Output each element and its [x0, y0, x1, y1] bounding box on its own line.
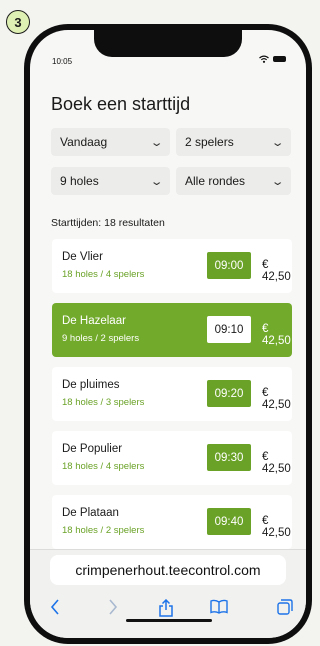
share-icon	[159, 599, 173, 617]
step-badge: 3	[6, 10, 30, 34]
tee-time-button[interactable]: 09:20	[207, 380, 251, 407]
battery-icon	[273, 56, 286, 62]
price: € 42,50	[262, 387, 291, 411]
price: € 42,50	[262, 323, 291, 347]
forward-button[interactable]	[108, 599, 118, 615]
notch	[94, 30, 242, 57]
back-button[interactable]	[50, 599, 60, 615]
course-details: 18 holes / 2 spelers	[62, 525, 145, 536]
course-details: 18 holes / 4 spelers	[62, 269, 145, 280]
course-name: De pluimes	[62, 379, 120, 391]
back-icon	[50, 599, 59, 615]
status-icons	[259, 55, 286, 63]
tee-time-card[interactable]: De Plataan 18 holes / 2 spelers 09:40 € …	[52, 495, 292, 549]
home-indicator	[126, 619, 212, 622]
rounds-select-value: Alle rondes	[185, 174, 246, 188]
tee-time-card-selected[interactable]: De Hazelaar 9 holes / 2 spelers 09:10 € …	[52, 303, 292, 357]
chevron-down-icon: ⌄	[149, 175, 164, 188]
tee-time-card[interactable]: De Populier 18 holes / 4 spelers 09:30 €…	[52, 431, 292, 485]
address-bar[interactable]: crimpenerhout.teecontrol.com	[50, 555, 286, 585]
bookmarks-button[interactable]	[210, 599, 228, 614]
chevron-down-icon: ⌄	[149, 136, 164, 149]
tabs-icon	[277, 599, 293, 615]
holes-select[interactable]: 9 holes ⌄	[51, 167, 170, 195]
tabs-button[interactable]	[277, 599, 293, 615]
course-name: De Populier	[62, 443, 123, 455]
tee-time-button[interactable]: 09:00	[207, 252, 251, 279]
tee-time-card[interactable]: De Vlier 18 holes / 4 spelers 09:00 € 42…	[52, 239, 292, 293]
url-text: crimpenerhout.teecontrol.com	[75, 562, 261, 578]
browser-toolbar: crimpenerhout.teecontrol.com	[30, 549, 306, 638]
forward-icon	[109, 599, 118, 615]
tee-time-card[interactable]: De pluimes 18 holes / 3 spelers 09:20 € …	[52, 367, 292, 421]
course-name: De Vlier	[62, 251, 103, 263]
rounds-select[interactable]: Alle rondes ⌄	[176, 167, 291, 195]
day-select[interactable]: Vandaag ⌄	[51, 128, 170, 156]
price: € 42,50	[262, 515, 291, 539]
page-title: Boek een starttijd	[51, 94, 191, 114]
price: € 42,50	[262, 451, 291, 475]
day-select-value: Vandaag	[60, 135, 108, 149]
price: € 42,50	[262, 259, 291, 283]
chevron-down-icon: ⌄	[270, 175, 285, 188]
status-time: 10:05	[52, 57, 73, 66]
tee-time-button[interactable]: 09:30	[207, 444, 251, 471]
course-details: 18 holes / 4 spelers	[62, 461, 145, 472]
chevron-down-icon: ⌄	[270, 136, 285, 149]
players-select[interactable]: 2 spelers ⌄	[176, 128, 291, 156]
wifi-icon	[259, 55, 269, 63]
phone-frame: 10:05 Boek een starttijd Vandaag ⌄ 2 spe…	[24, 24, 312, 644]
players-select-value: 2 spelers	[185, 135, 234, 149]
course-details: 18 holes / 3 spelers	[62, 397, 145, 408]
phone-screen: 10:05 Boek een starttijd Vandaag ⌄ 2 spe…	[30, 30, 306, 638]
tee-time-button[interactable]: 09:10	[207, 316, 251, 343]
share-button[interactable]	[158, 599, 174, 617]
tee-time-button[interactable]: 09:40	[207, 508, 251, 535]
holes-select-value: 9 holes	[60, 174, 99, 188]
course-name: De Plataan	[62, 507, 119, 519]
course-name: De Hazelaar	[62, 315, 126, 327]
bookmarks-icon	[210, 599, 228, 614]
course-details: 9 holes / 2 spelers	[62, 333, 140, 344]
results-count: Starttijden: 18 resultaten	[51, 217, 165, 229]
